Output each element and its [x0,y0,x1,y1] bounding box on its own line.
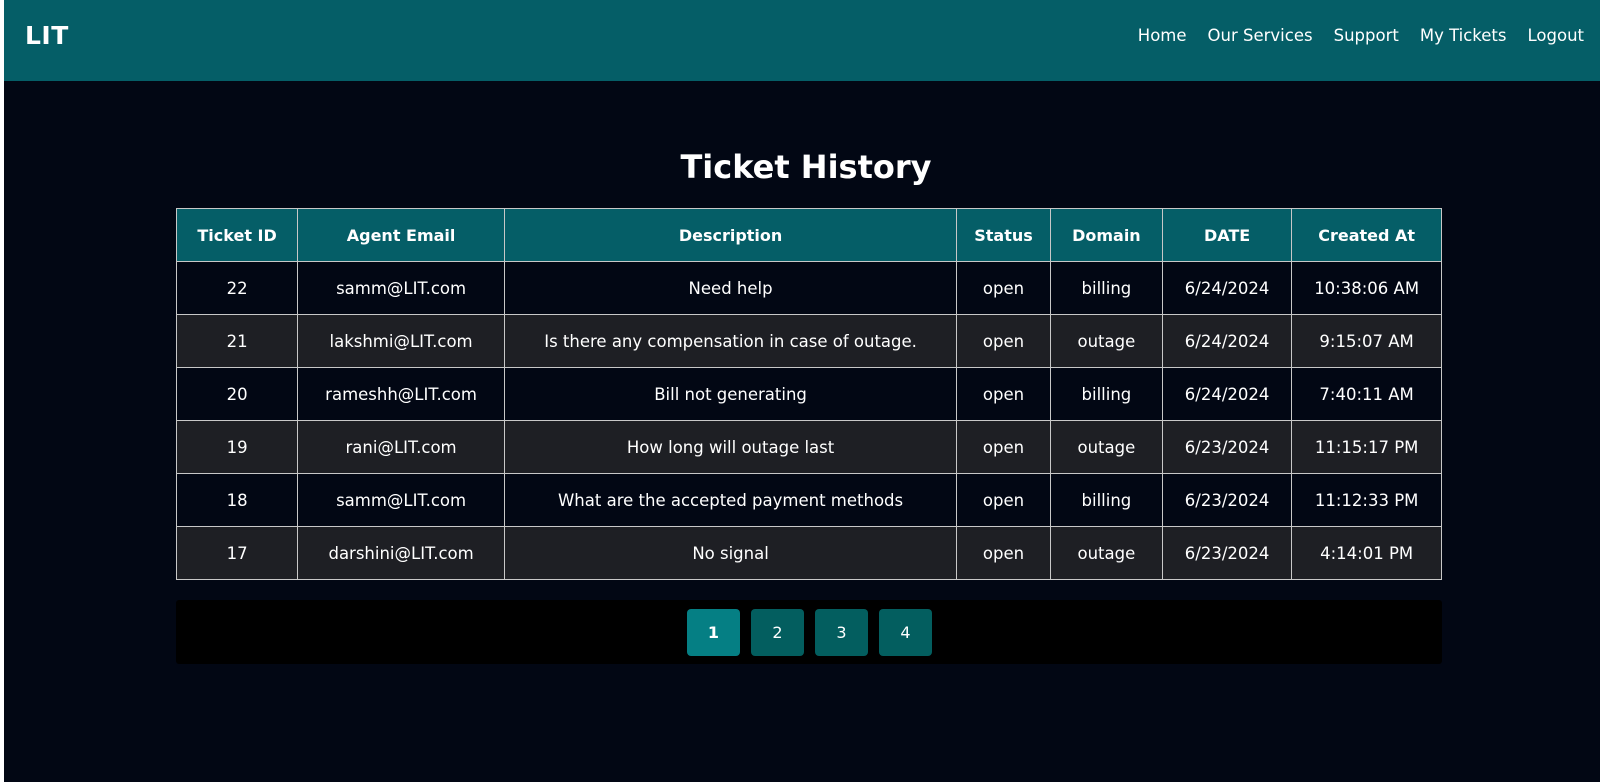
agent-email-cell: rani@LIT.com [297,420,505,474]
nav-link-home[interactable]: Home [1138,26,1187,45]
table-row: 20 rameshh@LIT.com Bill not generating o… [175,367,1442,421]
column-header-domain: Domain [1049,208,1163,262]
page-button-3[interactable]: 3 [815,609,868,656]
created-at-cell: 4:14:01 PM [1291,526,1442,580]
table-row: 18 samm@LIT.com What are the accepted pa… [175,473,1442,527]
date-cell: 6/24/2024 [1161,314,1293,368]
description-cell: Is there any compensation in case of out… [503,314,958,368]
agent-email-cell: lakshmi@LIT.com [297,314,505,368]
date-cell: 6/23/2024 [1161,473,1293,527]
domain-cell: billing [1049,261,1163,315]
date-cell: 6/23/2024 [1161,420,1293,474]
column-header-description: Description [503,208,958,262]
agent-email-cell: darshini@LIT.com [297,526,505,580]
column-header-status: Status [956,208,1051,262]
column-header-date: DATE [1161,208,1293,262]
ticket-id-cell: 20 [175,367,299,421]
date-cell: 6/24/2024 [1161,367,1293,421]
nav-link-logout[interactable]: Logout [1528,26,1585,45]
status-cell: open [956,367,1051,421]
description-cell: How long will outage last [503,420,958,474]
column-header-agent-email: Agent Email [297,208,505,262]
ticket-history-table: Ticket ID Agent Email Description Status… [175,208,1442,580]
created-at-cell: 11:15:17 PM [1291,420,1442,474]
description-cell: No signal [503,526,958,580]
ticket-id-cell: 18 [175,473,299,527]
agent-email-cell: samm@LIT.com [297,261,505,315]
status-cell: open [956,314,1051,368]
pagination-bar: 1 2 3 4 [176,600,1442,664]
description-cell: Bill not generating [503,367,958,421]
ticket-id-cell: 19 [175,420,299,474]
table-header-row: Ticket ID Agent Email Description Status… [175,208,1442,262]
description-cell: Need help [503,261,958,315]
date-cell: 6/23/2024 [1161,526,1293,580]
page: LIT Home Our Services Support My Tickets… [4,0,1600,782]
column-header-created-at: Created At [1291,208,1442,262]
nav-links: Home Our Services Support My Tickets Log… [1138,26,1584,45]
created-at-cell: 11:12:33 PM [1291,473,1442,527]
page-title: Ticket History [680,148,932,186]
created-at-cell: 9:15:07 AM [1291,314,1442,368]
ticket-id-cell: 21 [175,314,299,368]
table-row: 21 lakshmi@LIT.com Is there any compensa… [175,314,1442,368]
status-cell: open [956,473,1051,527]
domain-cell: billing [1049,473,1163,527]
agent-email-cell: rameshh@LIT.com [297,367,505,421]
column-header-ticket-id: Ticket ID [175,208,299,262]
nav-link-support[interactable]: Support [1334,26,1399,45]
table-row: 19 rani@LIT.com How long will outage las… [175,420,1442,474]
domain-cell: outage [1049,526,1163,580]
brand-logo[interactable]: LIT [25,21,69,50]
domain-cell: outage [1049,420,1163,474]
agent-email-cell: samm@LIT.com [297,473,505,527]
page-button-1[interactable]: 1 [687,609,740,656]
created-at-cell: 7:40:11 AM [1291,367,1442,421]
created-at-cell: 10:38:06 AM [1291,261,1442,315]
ticket-id-cell: 17 [175,526,299,580]
pagination-buttons: 1 2 3 4 [687,609,932,656]
ticket-id-cell: 22 [175,261,299,315]
status-cell: open [956,261,1051,315]
page-button-2[interactable]: 2 [751,609,804,656]
table-row: 22 samm@LIT.com Need help open billing 6… [175,261,1442,315]
domain-cell: billing [1049,367,1163,421]
page-button-4[interactable]: 4 [879,609,932,656]
navbar: LIT Home Our Services Support My Tickets… [4,0,1600,81]
status-cell: open [956,526,1051,580]
domain-cell: outage [1049,314,1163,368]
table-row: 17 darshini@LIT.com No signal open outag… [175,526,1442,580]
description-cell: What are the accepted payment methods [503,473,958,527]
status-cell: open [956,420,1051,474]
date-cell: 6/24/2024 [1161,261,1293,315]
nav-link-my-tickets[interactable]: My Tickets [1420,26,1507,45]
nav-link-our-services[interactable]: Our Services [1208,26,1313,45]
